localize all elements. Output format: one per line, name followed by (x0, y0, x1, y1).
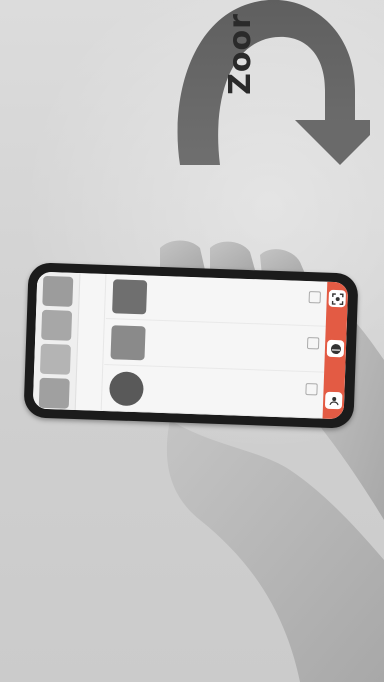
menu-item-image (112, 279, 148, 315)
add-to-cart-icon[interactable] (305, 383, 318, 396)
add-to-cart-icon[interactable] (308, 291, 321, 304)
filter-tabs (76, 273, 107, 411)
finger-1 (160, 240, 205, 270)
home-icon-svg (330, 343, 341, 354)
scan-icon-svg (331, 292, 344, 305)
category-sidebar (32, 271, 81, 411)
food-app-ui (32, 271, 349, 420)
finger-2 (210, 241, 255, 270)
home-icon[interactable] (326, 339, 345, 358)
scan-icon[interactable] (328, 289, 347, 308)
phone (23, 262, 359, 429)
category-thumb (42, 275, 74, 307)
menu-item[interactable] (104, 320, 326, 373)
phone-screen (32, 271, 349, 420)
category-thumb (38, 377, 70, 409)
menu-list (102, 274, 328, 419)
menu-item-image (108, 371, 145, 407)
menu-item-image (110, 325, 146, 361)
profile-icon-svg (328, 396, 339, 405)
menu-item[interactable] (105, 274, 328, 327)
add-to-cart-icon[interactable] (306, 337, 320, 350)
category-thumb (41, 309, 73, 341)
category-thumb (39, 343, 71, 375)
menu-item[interactable] (102, 365, 325, 419)
profile-icon[interactable] (324, 391, 343, 410)
